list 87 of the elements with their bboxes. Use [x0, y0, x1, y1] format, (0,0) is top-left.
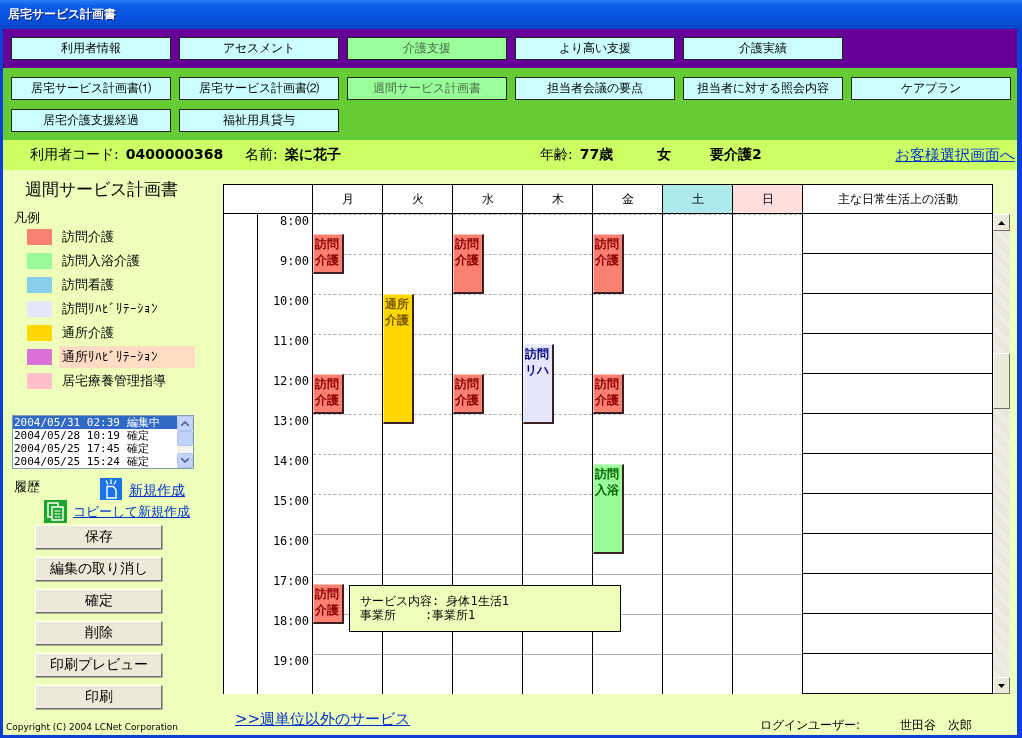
day-header: 月 — [313, 184, 383, 214]
time-label: 10:00 — [272, 295, 309, 308]
service-block[interactable]: 訪問リハ — [523, 344, 554, 424]
time-label: 9:00 — [280, 255, 309, 268]
time-label: 17:00 — [272, 575, 309, 588]
service-block[interactable]: 訪問介護 — [313, 374, 344, 414]
sub-nav-tab[interactable]: 居宅サービス計画書⑵ — [179, 77, 339, 100]
day-header: 日 — [733, 184, 803, 214]
action-button[interactable]: 削除 — [35, 621, 162, 645]
other-services-link[interactable]: >>週単位以外のサービス — [235, 710, 411, 729]
field-label: 名前: — [245, 146, 278, 164]
scroll-thumb[interactable] — [177, 431, 193, 446]
action-button[interactable]: 印刷 — [35, 685, 162, 709]
service-block[interactable]: 訪問介護 — [453, 234, 484, 294]
action-button[interactable]: 印刷プレビュー — [35, 653, 162, 677]
client-name: 楽に花子 — [284, 146, 341, 164]
day-header: 金 — [593, 184, 663, 214]
day-header: 土 — [663, 184, 733, 214]
activity-header: 主な日常生活上の活動 — [803, 184, 993, 214]
history-item[interactable]: 2004/05/31 02:39 編集中 — [13, 416, 177, 429]
field-label: 利用者コード: — [30, 146, 119, 164]
service-block[interactable]: 訪問介護 — [313, 234, 344, 274]
history-label: 履歴 — [14, 479, 40, 495]
legend-label: 通所介護 — [61, 324, 115, 342]
service-block[interactable]: 訪問入浴 — [593, 464, 624, 554]
sub-nav-tab[interactable]: ケアプラン — [851, 77, 1011, 100]
service-tooltip: サービス内容: 身体1生活1 事業所 :事業所1 — [349, 585, 621, 632]
documents-icon — [44, 500, 67, 523]
service-block[interactable]: 訪問介護 — [593, 374, 624, 414]
sub-nav-tab[interactable]: 居宅サービス計画書⑴ — [11, 77, 171, 100]
time-label: 19:00 — [272, 655, 309, 668]
document-icon — [100, 478, 122, 500]
nav-tab[interactable]: 利用者情報 — [11, 37, 171, 60]
service-block[interactable]: 訪問介護 — [593, 234, 624, 294]
day-header: 木 — [523, 184, 593, 214]
page-title: 週間サービス計画書 — [25, 178, 178, 200]
client-age: 77歳 — [579, 146, 614, 164]
time-label: 8:00 — [280, 215, 309, 228]
day-header: 火 — [383, 184, 453, 214]
time-label: 16:00 — [272, 535, 309, 548]
service-block[interactable]: 訪問介護 — [313, 584, 344, 624]
service-block[interactable]: 通所介護 — [383, 294, 414, 424]
legend-label: 訪問ﾘﾊﾋﾞﾘﾃｰｼｮﾝ — [61, 300, 159, 318]
action-button[interactable]: 保存 — [35, 525, 162, 549]
legend-label: 居宅療養管理指導 — [61, 372, 167, 390]
down-arrow-icon — [998, 683, 1005, 688]
legend-label: 訪問介護 — [61, 228, 115, 246]
up-arrow-icon — [998, 220, 1005, 225]
care-level: 要介護2 — [710, 146, 762, 164]
time-label: 18:00 — [272, 615, 309, 628]
legend-label: 訪問看護 — [61, 276, 115, 294]
nav-tab[interactable]: より高い支援 — [515, 37, 675, 60]
customer-select-link[interactable]: お客様選択画面へ — [895, 145, 1017, 165]
copy-new-link[interactable]: コピーして新規作成 — [73, 503, 190, 521]
history-item[interactable]: 2004/05/28 10:19 確定 — [13, 429, 177, 442]
window-title: 居宅サービス計画書 — [8, 6, 116, 23]
nav-tab[interactable]: 介護実績 — [683, 37, 843, 60]
time-label: 14:00 — [272, 455, 309, 468]
client-sex: 女 — [657, 146, 671, 164]
legend-title: 凡例 — [14, 211, 40, 225]
time-label: 12:00 — [272, 375, 309, 388]
time-label: 11:00 — [272, 335, 309, 348]
legend-label: 訪問入浴介護 — [61, 252, 141, 270]
sub-nav-tab[interactable]: 担当者に対する照会内容 — [683, 77, 843, 100]
legend-label: 通所ﾘﾊﾋﾞﾘﾃｰｼｮﾝ — [59, 346, 195, 368]
login-user: 世田谷 次郎 — [900, 717, 972, 734]
nav-tab[interactable]: 介護支援 — [347, 37, 507, 60]
service-block[interactable]: 訪問介護 — [453, 374, 484, 414]
sub-nav-tab[interactable]: 居宅介護支援経過 — [11, 109, 171, 132]
field-label: 年齢: — [540, 146, 573, 164]
time-label: 15:00 — [272, 495, 309, 508]
history-list[interactable]: 2004/05/31 02:39 編集中 2004/05/28 10:19 確定 2004/05/25 17:45 確定 2004/05/25 15:24 確定 — [12, 415, 194, 469]
sub-nav-tab[interactable]: 週間サービス計画書 — [347, 77, 507, 100]
action-button[interactable]: 確定 — [35, 589, 162, 613]
nav-tab[interactable]: アセスメント — [179, 37, 339, 60]
client-code: 0400000368 — [125, 146, 224, 162]
history-item[interactable]: 2004/05/25 17:45 確定 — [13, 442, 177, 455]
action-button[interactable]: 編集の取り消し — [35, 557, 162, 581]
login-label: ログインユーザー: — [759, 717, 860, 734]
sub-nav-tab[interactable]: 福祉用具貸与 — [179, 109, 339, 132]
new-link[interactable]: 新規作成 — [129, 481, 185, 499]
day-header: 水 — [453, 184, 523, 214]
scrollbar[interactable] — [177, 416, 193, 468]
copyright-text: Copyright (C) 2004 LCNet Corporation — [6, 722, 178, 733]
time-label: 13:00 — [272, 415, 309, 428]
history-item[interactable]: 2004/05/25 15:24 確定 — [13, 455, 177, 468]
sub-nav-tab[interactable]: 担当者会議の要点 — [515, 77, 675, 100]
